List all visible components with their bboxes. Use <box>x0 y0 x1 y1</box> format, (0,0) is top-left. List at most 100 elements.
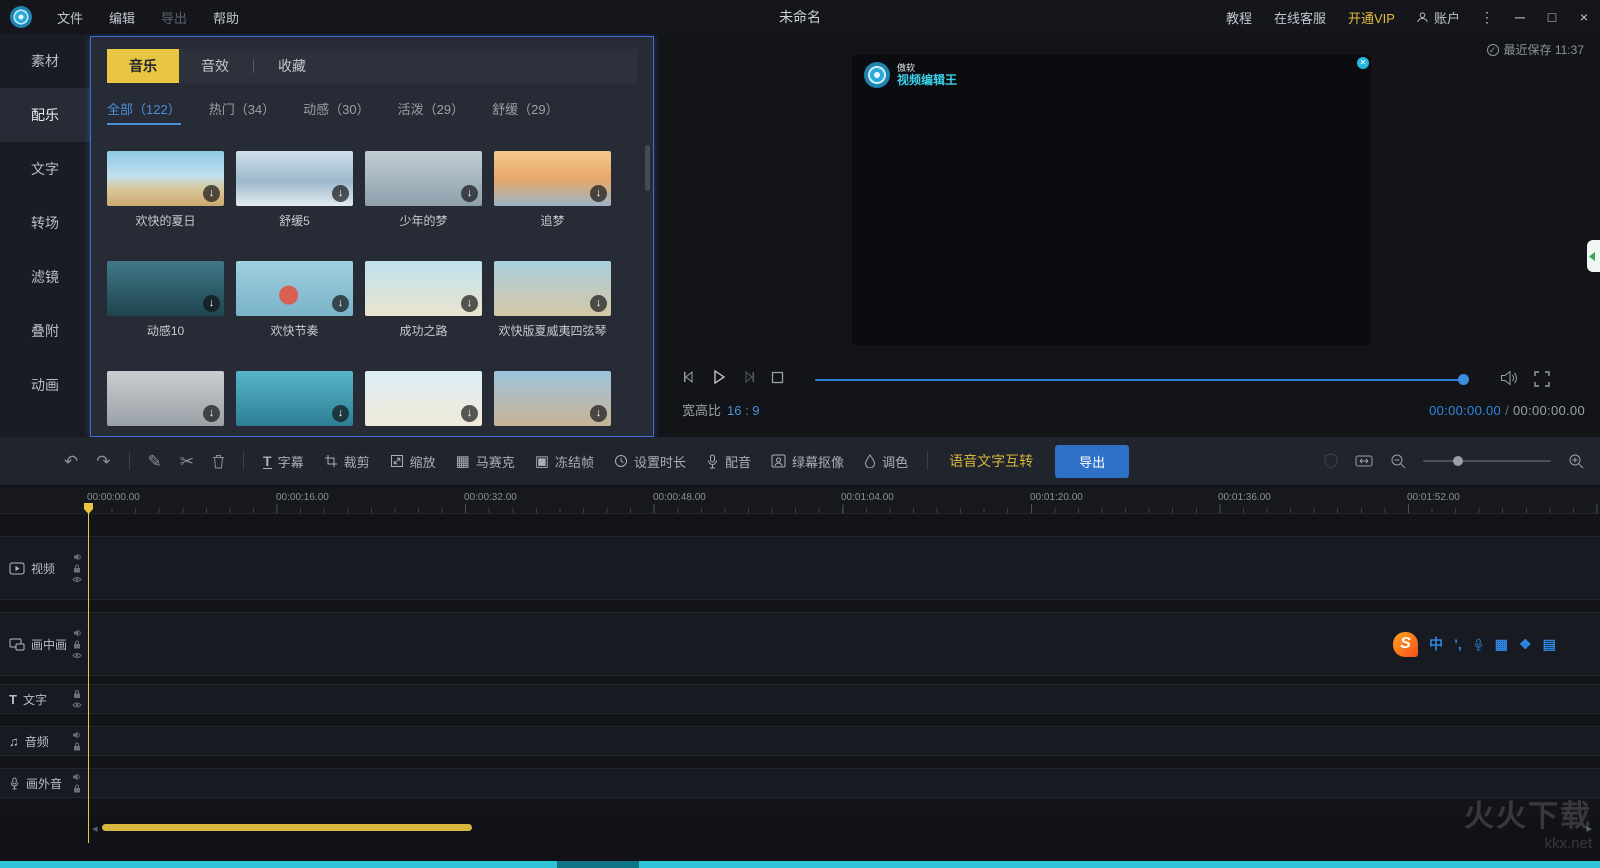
sidebar-item-transition[interactable]: 转场 <box>0 196 90 250</box>
color-adjust-button[interactable]: 调色 <box>864 452 908 471</box>
track-lock-icon[interactable] <box>73 564 81 573</box>
freeze-frame-button[interactable]: ▣ 冻结帧 <box>535 452 594 471</box>
download-icon[interactable]: ↓ <box>590 295 607 312</box>
download-icon[interactable]: ↓ <box>590 405 607 422</box>
music-item[interactable]: ↓ 追梦 <box>494 151 611 229</box>
seek-bar[interactable] <box>815 379 1465 381</box>
track-lock-icon[interactable] <box>73 742 81 751</box>
track-lock-icon[interactable] <box>73 690 81 699</box>
track-lock-icon[interactable] <box>73 784 81 793</box>
next-frame-button[interactable] <box>741 369 757 385</box>
music-thumbnail[interactable]: ↓ <box>365 371 482 426</box>
menu-edit[interactable]: 编辑 <box>96 8 148 27</box>
aspect-ratio[interactable]: 宽高比16 : 9 <box>682 400 760 419</box>
filter-all[interactable]: 全部（122） <box>107 99 181 125</box>
delete-trash-icon[interactable] <box>212 454 225 469</box>
download-icon[interactable]: ↓ <box>461 405 478 422</box>
download-icon[interactable]: ↓ <box>332 405 349 422</box>
timeline-zoom-slider[interactable] <box>1423 460 1551 462</box>
timeline-ruler[interactable]: 00:00:00.00 00:00:16.00 00:00:32.00 00:0… <box>0 486 1600 514</box>
menu-export[interactable]: 导出 <box>148 8 200 27</box>
menu-help[interactable]: 帮助 <box>200 8 252 27</box>
vip-link[interactable]: 开通VIP <box>1337 8 1406 27</box>
music-thumbnail[interactable]: ↓ <box>365 151 482 206</box>
edit-pencil-icon[interactable]: ✎ <box>148 453 162 470</box>
music-thumbnail[interactable]: ↓ <box>236 371 353 426</box>
menu-file[interactable]: 文件 <box>44 8 96 27</box>
music-thumbnail[interactable]: ↓ <box>107 151 224 206</box>
ime-toolbox-icon[interactable]: ❖ <box>1519 637 1532 651</box>
crop-button[interactable]: 裁剪 <box>324 452 370 471</box>
tab-favorites[interactable]: 收藏 <box>256 49 328 83</box>
hscroll-thumb[interactable] <box>102 824 472 831</box>
download-icon[interactable]: ↓ <box>590 185 607 202</box>
undo-icon[interactable]: ↶ <box>64 453 78 470</box>
filter-lively[interactable]: 活泼（29） <box>398 99 464 125</box>
music-thumbnail[interactable]: ↓ <box>236 151 353 206</box>
music-item[interactable]: ↓ 欢快节奏 <box>236 261 353 339</box>
music-item[interactable]: ↓ <box>494 371 611 426</box>
speech-text-button[interactable]: 语音文字互转 <box>949 451 1033 471</box>
track-lock-icon[interactable] <box>73 640 81 649</box>
redo-icon[interactable]: ↷ <box>96 453 110 470</box>
track-text[interactable]: T 文字 <box>0 684 1600 714</box>
dubbing-button[interactable]: 配音 <box>706 452 751 471</box>
music-thumbnail[interactable]: ↓ <box>236 261 353 316</box>
play-button[interactable] <box>710 368 728 386</box>
timeline-hscroll[interactable]: ◂ ▸ <box>0 818 1600 845</box>
download-icon[interactable]: ↓ <box>461 185 478 202</box>
music-item[interactable]: ↓ <box>236 371 353 426</box>
music-item[interactable]: ↓ 动感10 <box>107 261 224 339</box>
zoom-in-icon[interactable] <box>1568 453 1584 469</box>
timeline-zoom-handle[interactable] <box>1453 456 1463 466</box>
track-pip[interactable]: 画中画 <box>0 612 1600 676</box>
ime-language-toggle[interactable]: 中 <box>1429 637 1443 651</box>
music-thumbnail[interactable]: ↓ <box>365 261 482 316</box>
ime-skin-icon[interactable]: ▤ <box>1543 637 1556 651</box>
zoom-button[interactable]: 缩放 <box>390 452 436 471</box>
music-item[interactable]: ↓ 成功之路 <box>365 261 482 339</box>
remove-watermark-icon[interactable]: ✕ <box>1357 57 1369 69</box>
music-thumbnail[interactable]: ↓ <box>107 371 224 426</box>
music-item[interactable]: ↓ 欢快的夏日 <box>107 151 224 229</box>
sidebar-item-overlay[interactable]: 叠附 <box>0 304 90 358</box>
minimize-button[interactable]: ─ <box>1504 9 1536 25</box>
fullscreen-icon[interactable] <box>1534 371 1550 387</box>
tab-sound-effects[interactable]: 音效 <box>179 49 251 83</box>
download-icon[interactable]: ↓ <box>203 185 220 202</box>
ime-punctuation-icon[interactable]: ’, <box>1454 637 1462 651</box>
set-duration-button[interactable]: 设置时长 <box>614 452 686 471</box>
floating-edge-widget[interactable] <box>1587 240 1600 272</box>
filter-soothing[interactable]: 舒缓（29） <box>492 99 558 125</box>
track-mute-icon[interactable] <box>72 731 81 739</box>
download-icon[interactable]: ↓ <box>461 295 478 312</box>
tab-music[interactable]: 音乐 <box>107 49 179 83</box>
track-mute-icon[interactable] <box>72 773 81 781</box>
track-mute-icon[interactable] <box>73 553 82 561</box>
sidebar-item-filter[interactable]: 滤镜 <box>0 250 90 304</box>
ime-keyboard-icon[interactable]: ▦ <box>1495 637 1508 651</box>
sidebar-item-text[interactable]: 文字 <box>0 142 90 196</box>
support-link[interactable]: 在线客服 <box>1263 8 1337 27</box>
ime-logo-icon[interactable]: S <box>1393 632 1418 657</box>
volume-icon[interactable] <box>1500 370 1519 386</box>
ime-toolbar[interactable]: S 中 ’, ▦ ❖ ▤ <box>1393 630 1556 658</box>
mosaic-button[interactable]: ▦ 马赛克 <box>456 452 515 471</box>
music-item[interactable]: ↓ <box>107 371 224 426</box>
sidebar-item-music[interactable]: 配乐 <box>0 88 90 142</box>
music-thumbnail[interactable]: ↓ <box>494 151 611 206</box>
track-voiceover[interactable]: 画外音 <box>0 768 1600 798</box>
filter-dynamic[interactable]: 动感（30） <box>303 99 369 125</box>
download-icon[interactable]: ↓ <box>332 185 349 202</box>
fit-timeline-icon[interactable] <box>1355 454 1373 468</box>
music-thumbnail[interactable]: ↓ <box>107 261 224 316</box>
account-button[interactable]: 账户 <box>1406 8 1470 27</box>
scroll-left-icon[interactable]: ◂ <box>92 822 98 835</box>
stop-button[interactable] <box>770 370 785 385</box>
panel-scrollbar[interactable] <box>645 145 650 427</box>
download-icon[interactable]: ↓ <box>332 295 349 312</box>
maximize-button[interactable]: □ <box>1536 9 1568 25</box>
music-item[interactable]: ↓ 舒缓5 <box>236 151 353 229</box>
music-item[interactable]: ↓ 少年的梦 <box>365 151 482 229</box>
music-item[interactable]: ↓ 欢快版夏威夷四弦琴 <box>494 261 611 339</box>
